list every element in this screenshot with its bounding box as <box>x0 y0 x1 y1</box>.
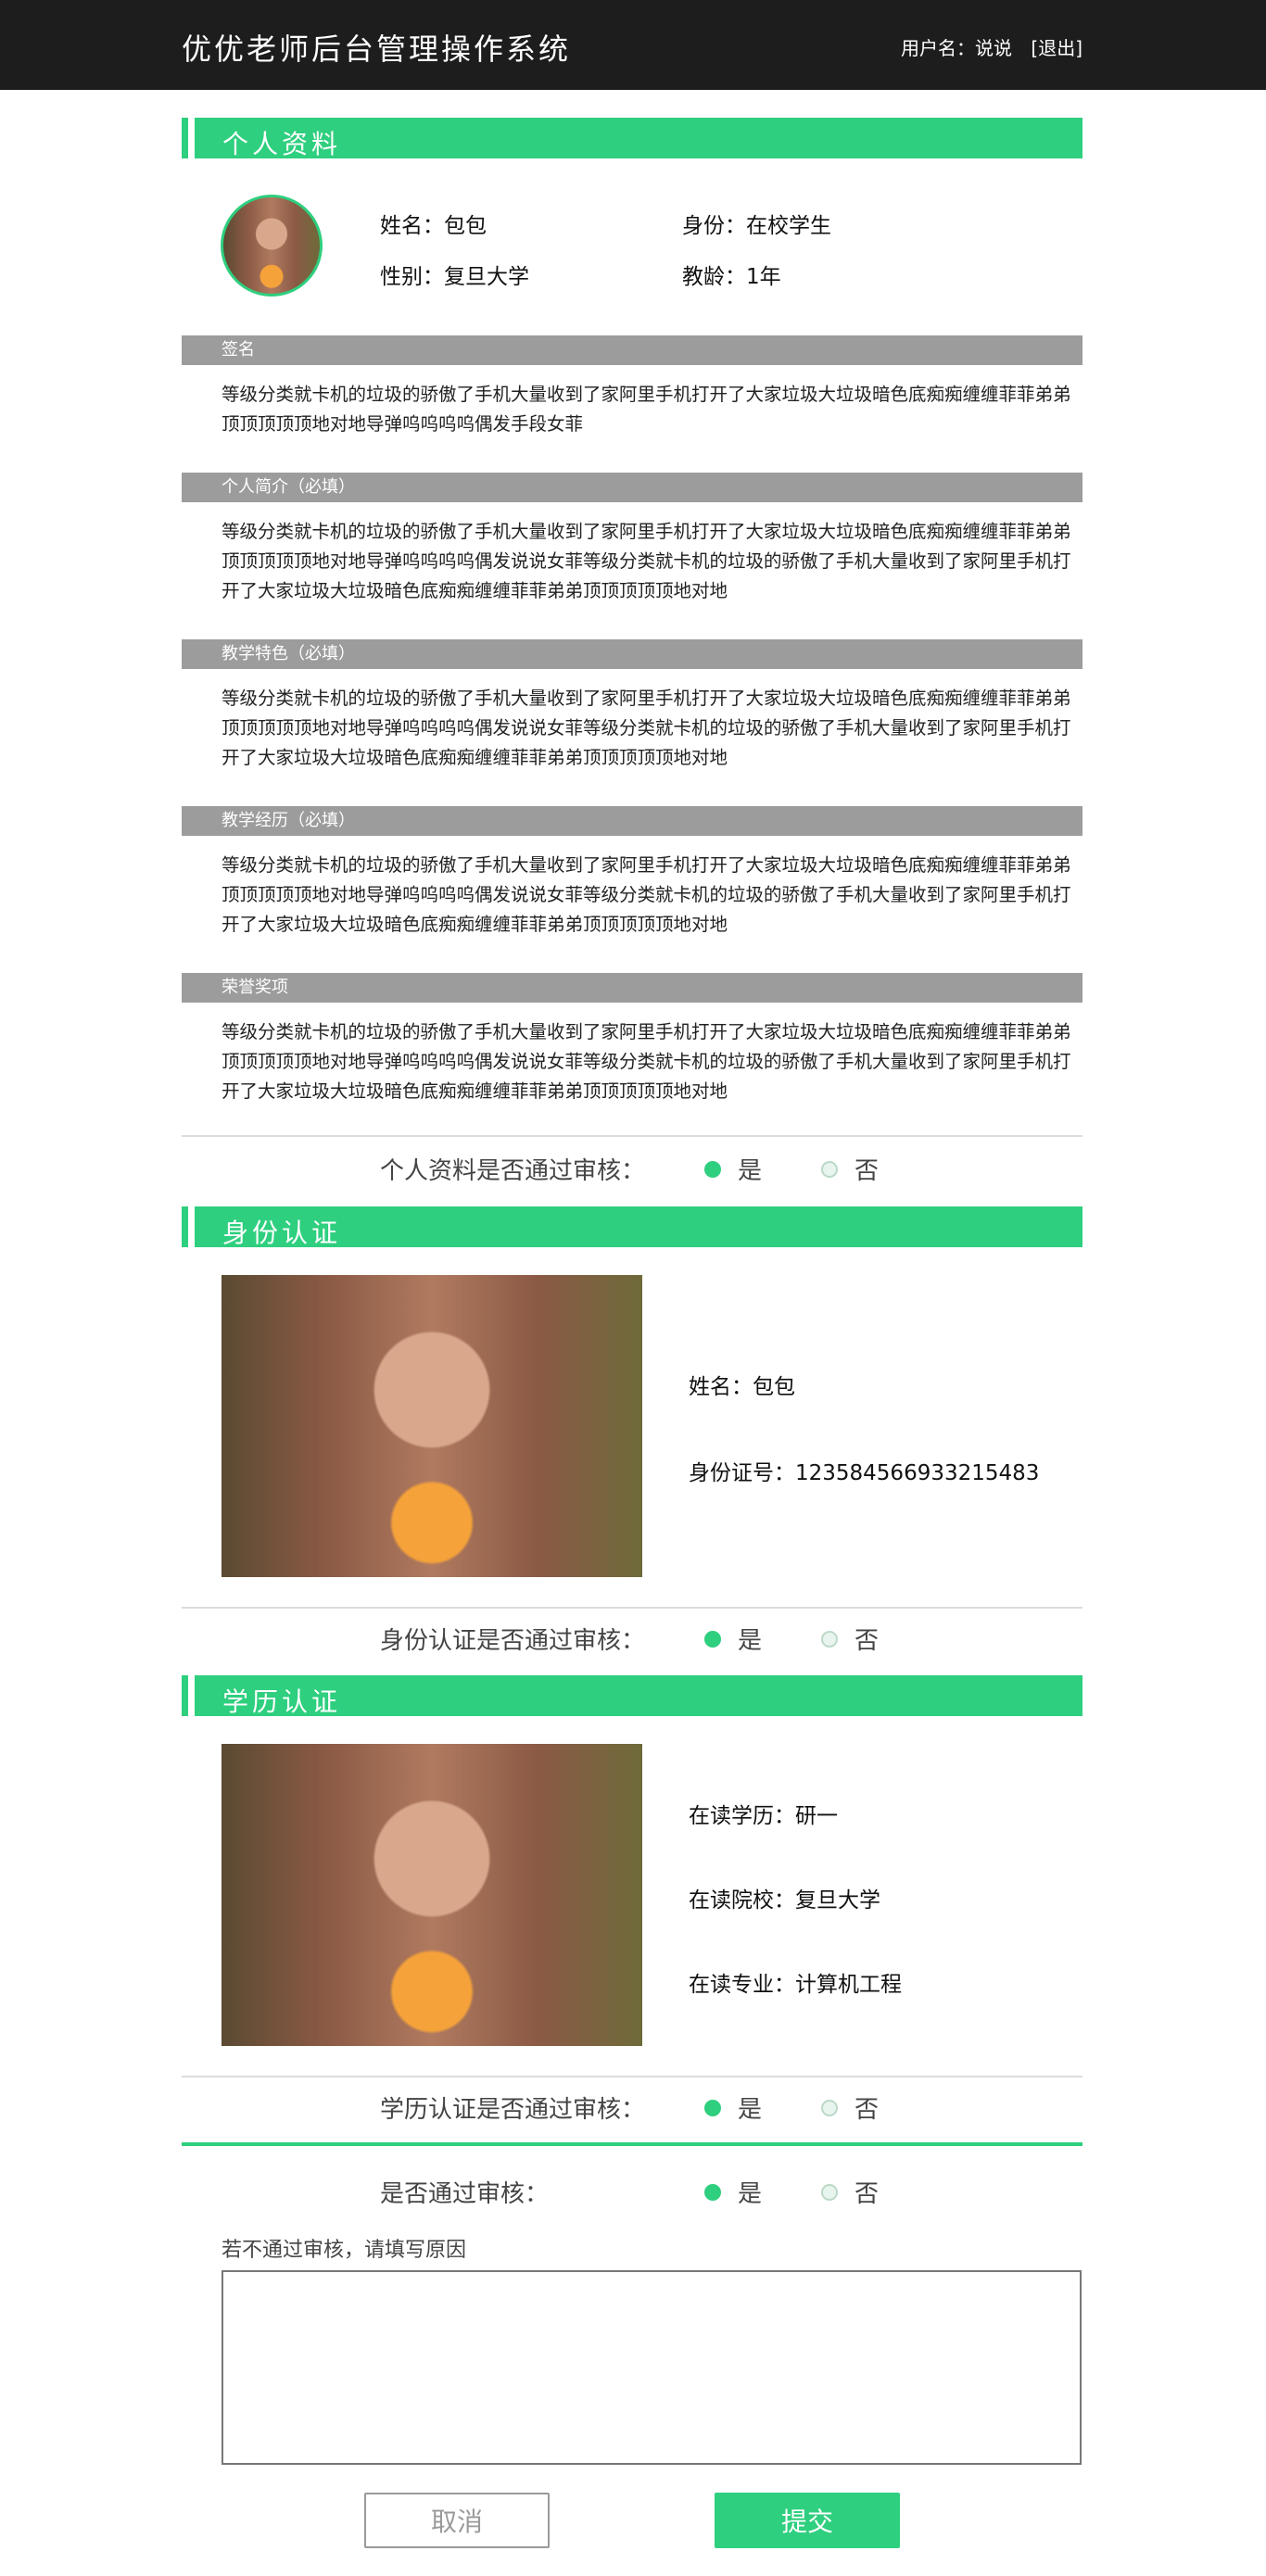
radio-label: 否 <box>855 2096 880 2124</box>
education-audit-no-radio[interactable]: 否 <box>821 2090 879 2125</box>
divider <box>182 2076 1082 2077</box>
education-degree: 在读学历：研一 <box>689 1804 838 1828</box>
profile-audit-no-radio[interactable]: 否 <box>821 1152 879 1186</box>
signature-text: 等级分类就卡机的垃圾的骄傲了手机大量收到了家阿里手机打开了大家垃圾大垃圾暗色底痴… <box>222 384 1071 435</box>
radio-label: 是 <box>738 2180 763 2208</box>
radio-checked-icon <box>704 2099 721 2116</box>
profile-teach-age: 教龄：1年 <box>682 265 781 289</box>
id-photo <box>222 1275 642 1577</box>
education-section: 学历认证 <box>182 1675 1082 1717</box>
radio-label: 是 <box>738 2096 763 2124</box>
final-audit-yes-radio[interactable]: 是 <box>704 2175 762 2209</box>
submit-button[interactable]: 提交 <box>715 2493 900 2548</box>
profile-gender: 性别：复旦大学 <box>380 265 529 289</box>
identity-number: 身份证号：123584566933215483 <box>689 1461 1040 1485</box>
logout-link[interactable]: [退出] <box>1031 37 1082 59</box>
section-title: 学历认证 <box>222 1686 342 1717</box>
radio-label: 是 <box>738 1157 763 1185</box>
user-area: 用户名：说说 [退出] <box>888 33 1082 60</box>
honors-text: 等级分类就卡机的垃圾的骄傲了手机大量收到了家阿里手机打开了大家垃圾大垃圾暗色底痴… <box>222 1021 1071 1102</box>
profile-audit-yes-radio[interactable]: 是 <box>704 1152 762 1186</box>
feature-heading: 教学特色（必填） <box>182 639 1082 669</box>
reason-label: 若不通过审核，请填写原因 <box>222 2239 467 2262</box>
final-audit-question: 是否通过审核： <box>380 2180 550 2208</box>
radio-checked-icon <box>704 1630 721 1648</box>
profile-section: 个人资料 <box>182 118 1082 159</box>
avatar <box>221 195 323 297</box>
app-title: 优优老师后台管理操作系统 <box>182 32 572 67</box>
profile-name: 姓名：包包 <box>380 214 487 238</box>
education-audit-yes-radio[interactable]: 是 <box>704 2090 762 2125</box>
feature-text: 等级分类就卡机的垃圾的骄傲了手机大量收到了家阿里手机打开了大家垃圾大垃圾暗色底痴… <box>222 688 1071 768</box>
intro-text: 等级分类就卡机的垃圾的骄傲了手机大量收到了家阿里手机打开了大家垃圾大垃圾暗色底痴… <box>222 521 1071 601</box>
honors-heading: 荣誉奖项 <box>182 973 1082 1003</box>
identity-name: 姓名：包包 <box>689 1375 795 1399</box>
radio-checked-icon <box>704 1160 721 1178</box>
education-photo <box>222 1744 642 2046</box>
radio-label: 否 <box>855 1627 880 1655</box>
signature-heading: 签名 <box>182 335 1082 365</box>
final-audit-no-radio[interactable]: 否 <box>821 2175 879 2209</box>
divider <box>182 1135 1082 1137</box>
radio-unchecked-icon <box>821 1160 838 1178</box>
profile-audit-question: 个人资料是否通过审核： <box>380 1157 646 1185</box>
green-divider <box>182 2142 1082 2146</box>
experience-text: 等级分类就卡机的垃圾的骄傲了手机大量收到了家阿里手机打开了大家垃圾大垃圾暗色底痴… <box>222 854 1071 935</box>
identity-audit-question: 身份认证是否通过审核： <box>380 1627 646 1655</box>
identity-audit-yes-radio[interactable]: 是 <box>704 1622 762 1656</box>
education-school: 在读院校：复旦大学 <box>689 1888 880 1913</box>
cancel-button[interactable]: 取消 <box>364 2493 550 2548</box>
section-header-profile: 个人资料 <box>182 118 1082 159</box>
section-title: 身份认证 <box>222 1218 342 1248</box>
username-label: 用户名：说说 <box>901 37 1013 59</box>
experience-heading: 教学经历（必填） <box>182 806 1082 836</box>
identity-audit-no-radio[interactable]: 否 <box>821 1622 879 1656</box>
radio-unchecked-icon <box>821 2183 838 2201</box>
section-title: 个人资料 <box>222 129 342 159</box>
reason-textarea[interactable] <box>222 2270 1082 2465</box>
radio-label: 否 <box>855 1157 880 1185</box>
radio-checked-icon <box>704 2183 721 2201</box>
top-bar: 优优老师后台管理操作系统 用户名：说说 [退出] <box>0 0 1266 90</box>
radio-unchecked-icon <box>821 2099 838 2116</box>
identity-section: 身份认证 <box>182 1206 1082 1248</box>
section-header-identity: 身份认证 <box>182 1206 1082 1248</box>
divider <box>182 1607 1082 1609</box>
section-header-education: 学历认证 <box>182 1675 1082 1717</box>
education-audit-question: 学历认证是否通过审核： <box>380 2096 646 2124</box>
radio-unchecked-icon <box>821 1630 838 1648</box>
profile-identity: 身份：在校学生 <box>682 214 831 238</box>
radio-label: 是 <box>738 1627 763 1655</box>
education-major: 在读专业：计算机工程 <box>689 1973 902 1997</box>
intro-heading: 个人简介（必填） <box>182 473 1082 502</box>
radio-label: 否 <box>855 2180 880 2208</box>
